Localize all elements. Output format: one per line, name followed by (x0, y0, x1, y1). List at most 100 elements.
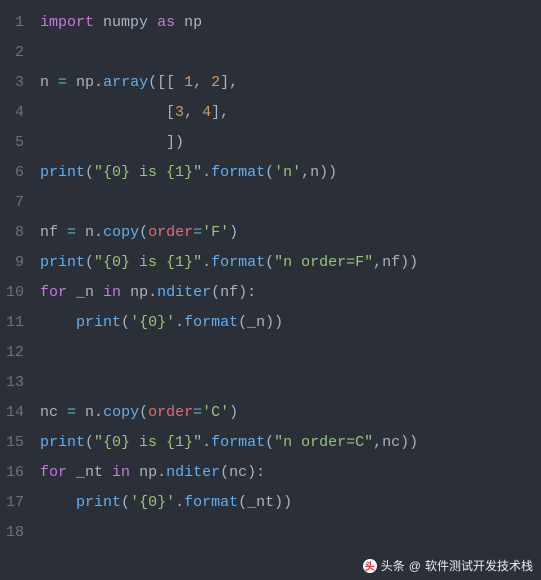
code-line (40, 338, 541, 368)
code-token: print (40, 164, 85, 181)
toutiao-icon: 头 (363, 559, 377, 573)
code-token: 'F' (202, 224, 229, 241)
code-token (40, 314, 76, 331)
code-token: n. (76, 404, 103, 421)
code-token: order (148, 404, 193, 421)
code-token: ( (121, 494, 130, 511)
code-token: format (184, 494, 238, 511)
line-number: 14 (6, 398, 24, 428)
code-token: '{0}' (130, 314, 175, 331)
code-token: '{0}' (130, 494, 175, 511)
code-token: ([[ (148, 74, 184, 91)
code-token (175, 14, 184, 31)
code-token: order (148, 224, 193, 241)
code-token (94, 14, 103, 31)
line-number: 7 (6, 188, 24, 218)
code-token: ( (265, 164, 274, 181)
watermark-at: @ (409, 559, 421, 573)
code-line: for _n in np.nditer(nf): (40, 278, 541, 308)
code-token: ( (121, 314, 130, 331)
code-token: ) (229, 404, 238, 421)
code-token: ( (265, 434, 274, 451)
code-line: for _nt in np.nditer(nc): (40, 458, 541, 488)
code-token: ( (265, 254, 274, 271)
code-token: . (175, 494, 184, 511)
line-number: 4 (6, 98, 24, 128)
code-token: format (211, 254, 265, 271)
code-token: , (193, 74, 211, 91)
code-line (40, 518, 541, 548)
line-number: 5 (6, 128, 24, 158)
code-token: [ (40, 104, 175, 121)
code-token: format (211, 434, 265, 451)
code-token: 2 (211, 74, 220, 91)
line-number: 8 (6, 218, 24, 248)
code-token: nf (40, 224, 67, 241)
code-token: numpy (103, 14, 148, 31)
code-token: import (40, 14, 94, 31)
code-token: ( (85, 254, 94, 271)
code-token: (_nt)) (238, 494, 292, 511)
code-token: . (202, 434, 211, 451)
code-token: np. (130, 464, 166, 481)
line-number: 17 (6, 488, 24, 518)
code-token: ,n)) (301, 164, 337, 181)
code-token: ,nc)) (373, 434, 418, 451)
code-line: [3, 4], (40, 98, 541, 128)
code-token: print (76, 494, 121, 511)
code-area: import numpy as np n = np.array([[ 1, 2],… (34, 0, 541, 580)
code-line: import numpy as np (40, 8, 541, 38)
code-token: n (40, 74, 58, 91)
code-token: "{0} is {1}" (94, 254, 202, 271)
line-number: 16 (6, 458, 24, 488)
code-token: for (40, 284, 67, 301)
code-token: . (202, 254, 211, 271)
code-line (40, 188, 541, 218)
line-number: 2 (6, 38, 24, 68)
code-token: = (67, 404, 76, 421)
code-token: format (184, 314, 238, 331)
code-token: ( (139, 404, 148, 421)
code-line: n = np.array([[ 1, 2], (40, 68, 541, 98)
code-token: nc (40, 404, 67, 421)
code-editor: 123456789101112131415161718 import numpy… (0, 0, 541, 580)
code-token: nditer (157, 284, 211, 301)
line-number: 3 (6, 68, 24, 98)
code-token: ]) (40, 134, 184, 151)
code-token: copy (103, 404, 139, 421)
code-line: nf = n.copy(order='F') (40, 218, 541, 248)
code-token: "{0} is {1}" (94, 434, 202, 451)
code-token: print (76, 314, 121, 331)
code-token: _nt (67, 464, 112, 481)
code-token: "n order=C" (274, 434, 373, 451)
code-line: print('{0}'.format(_nt)) (40, 488, 541, 518)
code-token: = (193, 404, 202, 421)
code-token: 3 (175, 104, 184, 121)
code-token: 1 (184, 74, 193, 91)
code-line: nc = n.copy(order='C') (40, 398, 541, 428)
code-token: "{0} is {1}" (94, 164, 202, 181)
code-token: 'n' (274, 164, 301, 181)
code-token: format (211, 164, 265, 181)
code-line: print("{0} is {1}".format("n order=F",nf… (40, 248, 541, 278)
code-token: in (112, 464, 130, 481)
code-token: . (175, 314, 184, 331)
code-line (40, 368, 541, 398)
code-token: ,nf)) (373, 254, 418, 271)
line-number: 1 (6, 8, 24, 38)
code-token: ( (85, 164, 94, 181)
code-token (148, 14, 157, 31)
code-line: print("{0} is {1}".format('n',n)) (40, 158, 541, 188)
code-token: ( (85, 434, 94, 451)
line-number: 10 (6, 278, 24, 308)
code-token: = (193, 224, 202, 241)
watermark-prefix: 头条 (381, 557, 405, 574)
code-token: nditer (166, 464, 220, 481)
code-token: print (40, 434, 85, 451)
code-token: (nc): (220, 464, 265, 481)
code-token: (_n)) (238, 314, 283, 331)
code-token: (nf): (211, 284, 256, 301)
code-token: np. (67, 74, 103, 91)
code-line (40, 38, 541, 68)
code-token: array (103, 74, 148, 91)
